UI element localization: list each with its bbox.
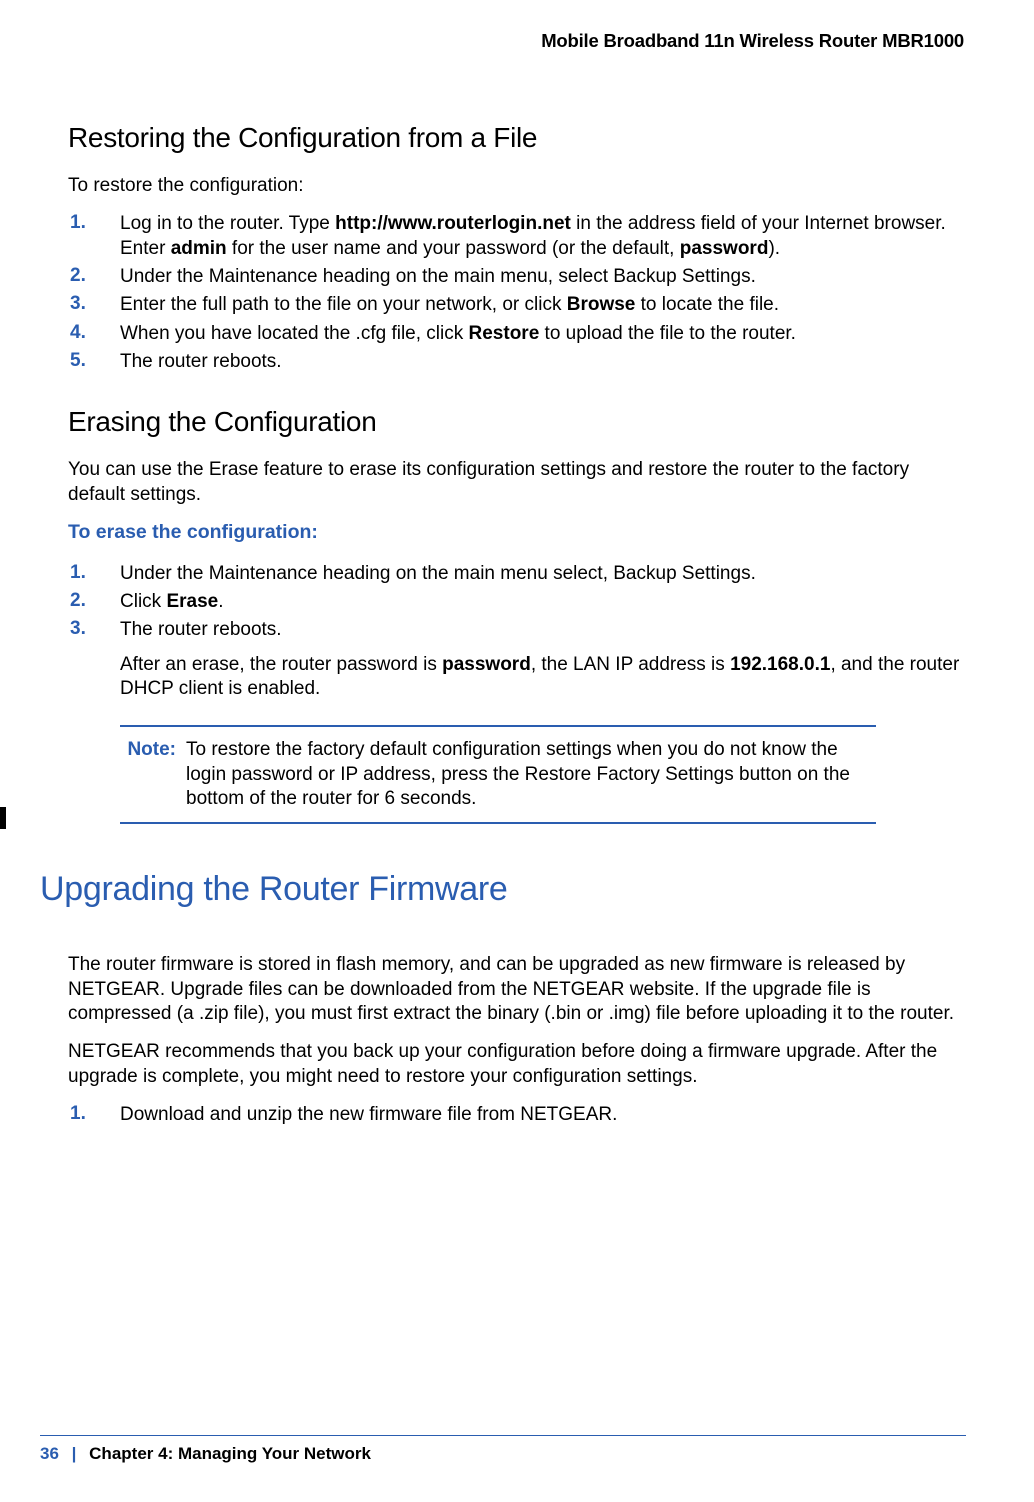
list-item: 3. Enter the full path to the file on yo… — [68, 293, 966, 317]
step-number: 3. — [68, 618, 120, 642]
post-erase-text: After an erase, the router password is p… — [120, 653, 966, 702]
upgrade-p2: NETGEAR recommends that you back up your… — [68, 1040, 966, 1089]
note-text: To restore the factory default configura… — [186, 738, 876, 811]
text-run: , the LAN IP address is — [531, 654, 730, 675]
restore-bold: Restore — [469, 323, 540, 344]
heading-erasing: Erasing the Configuration — [68, 406, 966, 438]
step-text: Log in to the router. Type http://www.ro… — [120, 212, 966, 261]
step-text: Click Erase. — [120, 590, 966, 614]
page-footer: 36 | Chapter 4: Managing Your Network — [40, 1435, 966, 1464]
list-item: 1. Under the Maintenance heading on the … — [68, 562, 966, 586]
step-text: Under the Maintenance heading on the mai… — [120, 265, 966, 289]
text-run: for the user name and your password (or … — [227, 238, 680, 259]
step-text: The router reboots. — [120, 350, 966, 374]
step-number: 1. — [68, 562, 120, 586]
step-text: The router reboots. — [120, 618, 966, 642]
step-number: 1. — [68, 212, 120, 261]
list-item: 2. Click Erase. — [68, 590, 966, 614]
note-label: Note: — [120, 738, 186, 811]
footer-separator: | — [72, 1444, 77, 1463]
browse-bold: Browse — [567, 294, 636, 315]
note-box: Note: To restore the factory default con… — [120, 725, 876, 824]
text-run: . — [218, 591, 223, 612]
footer-chapter: Chapter 4: — [89, 1444, 173, 1463]
text-run: ). — [768, 238, 780, 259]
list-item: 3. The router reboots. — [68, 618, 966, 642]
subhead-erase: To erase the configuration: — [68, 521, 966, 544]
upgrade-p1: The router firmware is stored in flash m… — [68, 953, 966, 1026]
step-number: 5. — [68, 350, 120, 374]
text-run: Enter the full path to the file on your … — [120, 294, 567, 315]
heading-restoring: Restoring the Configuration from a File — [68, 122, 966, 154]
list-item: 4. When you have located the .cfg file, … — [68, 322, 966, 346]
list-item: 1. Download and unzip the new firmware f… — [68, 1103, 966, 1127]
ip-bold: 192.168.0.1 — [730, 654, 830, 675]
step-text: Enter the full path to the file on your … — [120, 293, 966, 317]
step-text: Download and unzip the new firmware file… — [120, 1103, 966, 1127]
heading-upgrading: Upgrading the Router Firmware — [40, 870, 966, 909]
intro-restoring: To restore the configuration: — [68, 174, 966, 198]
erase-bold: Erase — [166, 591, 218, 612]
restore-steps: 1. Log in to the router. Type http://www… — [68, 212, 966, 374]
list-item: 1. Log in to the router. Type http://www… — [68, 212, 966, 261]
text-run: When you have located the .cfg file, cli… — [120, 323, 469, 344]
admin-bold: admin — [171, 238, 227, 259]
text-run: to locate the file. — [635, 294, 779, 315]
password-bold: password — [442, 654, 531, 675]
note-inner: Note: To restore the factory default con… — [120, 738, 876, 811]
step-number: 2. — [68, 590, 120, 614]
text-run: Click — [120, 591, 166, 612]
url-bold: http://www.routerlogin.net — [335, 213, 571, 234]
password-bold: password — [680, 238, 769, 259]
step-number: 1. — [68, 1103, 120, 1127]
list-item: 2. Under the Maintenance heading on the … — [68, 265, 966, 289]
header-product-name: Mobile Broadband 11n Wireless Router MBR… — [68, 30, 966, 52]
intro-erasing: You can use the Erase feature to erase i… — [68, 458, 966, 507]
step-text: Under the Maintenance heading on the mai… — [120, 562, 966, 586]
list-item: 5. The router reboots. — [68, 350, 966, 374]
text-run: After an erase, the router password is — [120, 654, 442, 675]
step-text: When you have located the .cfg file, cli… — [120, 322, 966, 346]
page-content: Mobile Broadband 11n Wireless Router MBR… — [0, 0, 1034, 1127]
erase-steps: 1. Under the Maintenance heading on the … — [68, 562, 966, 643]
text-run: Log in to the router. Type — [120, 213, 335, 234]
text-run: to upload the file to the router. — [539, 323, 796, 344]
step-number: 3. — [68, 293, 120, 317]
step-number: 4. — [68, 322, 120, 346]
change-bar — [0, 807, 6, 829]
footer-page-number: 36 — [40, 1444, 59, 1463]
upgrade-steps: 1. Download and unzip the new firmware f… — [68, 1103, 966, 1127]
step-number: 2. — [68, 265, 120, 289]
footer-chapter-title: Managing Your Network — [178, 1444, 371, 1463]
